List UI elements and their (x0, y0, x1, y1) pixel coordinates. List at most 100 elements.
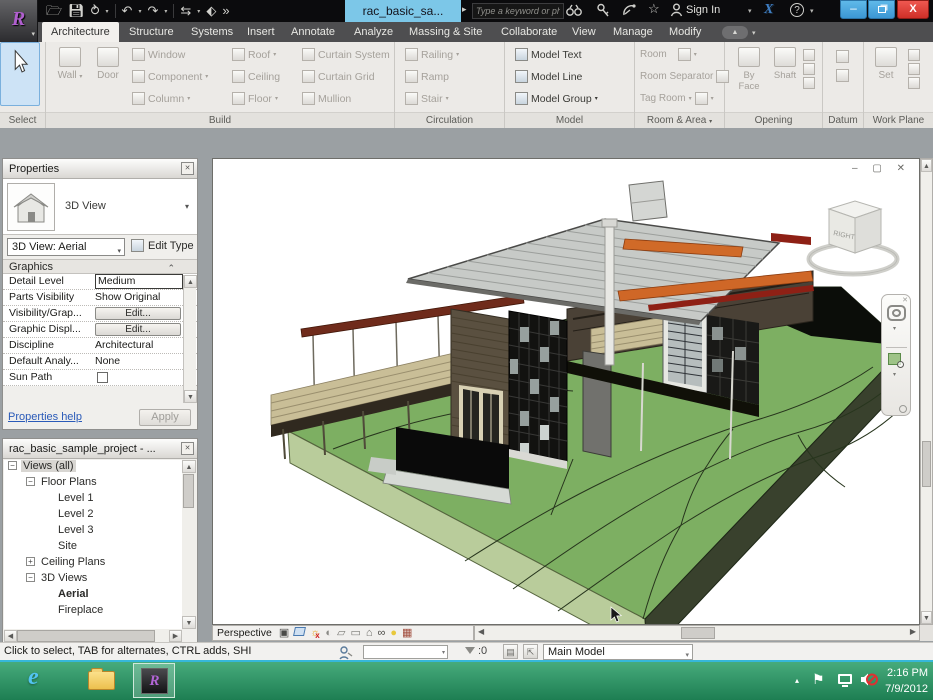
navbar-close-icon[interactable]: ✕ (902, 296, 908, 304)
tab-insert[interactable]: Insert (238, 22, 284, 42)
crop-region-icon[interactable]: ▭ (350, 627, 360, 640)
scale-perspective-label[interactable]: Perspective (217, 627, 272, 639)
tab-annotate[interactable]: Annotate (282, 22, 344, 42)
help-icon[interactable]: ? (790, 3, 804, 17)
wheel-caret-icon[interactable]: ▾ (893, 325, 896, 332)
properties-title-bar[interactable]: Properties ✕ (3, 159, 197, 179)
sign-in-person-icon[interactable] (670, 3, 683, 17)
sync-icon[interactable]: ⥁ (91, 3, 100, 19)
graphics-group-header[interactable]: Graphics⌃ (3, 259, 197, 274)
steering-wheel-icon[interactable] (887, 305, 906, 321)
property-row[interactable]: Graphic Displ...Edit... (3, 322, 197, 338)
zoom-caret-icon[interactable]: ▾ (893, 371, 896, 378)
grid-icon[interactable] (836, 69, 849, 82)
room-separator-button[interactable]: Room Separator (640, 70, 729, 83)
show-work-plane-icon[interactable] (908, 49, 920, 61)
property-row[interactable]: Visibility/Grap...Edit... (3, 306, 197, 322)
collapse-group-icon[interactable]: ⌃ (167, 261, 175, 275)
navigation-bar[interactable]: ✕ ▾ ▾ (881, 294, 911, 416)
by-face-button[interactable]: By Face (733, 47, 765, 92)
scroll-down-icon[interactable]: ▼ (182, 616, 196, 629)
sun-path-icon[interactable]: ☼x (310, 627, 320, 640)
tree-item-aerial[interactable]: Aerial (4, 588, 182, 604)
collapse-icon[interactable]: − (26, 573, 35, 582)
sign-in-button[interactable]: Sign In (686, 4, 720, 16)
scroll-thumb[interactable] (17, 630, 155, 642)
customize-qat-icon[interactable]: » (222, 3, 229, 19)
roof-button[interactable]: Roof▾ (232, 48, 276, 61)
sync-caret-icon[interactable]: ▾ (106, 8, 109, 15)
communication-center-icon[interactable] (622, 3, 638, 18)
reveal-hidden-icon[interactable]: ● (390, 627, 397, 640)
apply-button[interactable]: Apply (139, 409, 191, 426)
sign-in-caret-icon[interactable]: ▾ (748, 7, 752, 15)
title-expand-icon[interactable]: ▸ (462, 4, 467, 15)
type-dropdown-icon[interactable]: ▾ (185, 202, 189, 211)
visual-style-icon[interactable] (294, 627, 305, 640)
scroll-right-icon[interactable]: ▶ (910, 627, 916, 636)
model-line-button[interactable]: Model Line (515, 70, 582, 83)
viewport-vscrollbar[interactable]: ▲ ▼ (920, 158, 933, 625)
property-row[interactable]: Sun Path (3, 370, 197, 386)
model-text-button[interactable]: Model Text (515, 48, 582, 61)
minimize-button[interactable]: – (840, 0, 867, 19)
model-group-button[interactable]: Model Group▾ (515, 92, 598, 105)
tree-item-3d-views[interactable]: −3D Views (4, 572, 182, 588)
tab-architecture[interactable]: Architecture (42, 22, 119, 42)
tree-item-fireplace[interactable]: Fireplace (4, 604, 182, 620)
edit-type-button[interactable]: Edit Type (131, 239, 194, 252)
shaft-button[interactable]: Shaft (769, 47, 801, 81)
tree-item-site[interactable]: Site (4, 540, 182, 556)
favorites-star-icon[interactable]: ☆ (648, 1, 660, 17)
stair-button[interactable]: Stair▾ (405, 92, 449, 105)
ceiling-button[interactable]: Ceiling (232, 70, 280, 83)
status-dropdown[interactable]: ▾ (363, 645, 448, 659)
tag-room-button[interactable]: Tag Room▾▾ (640, 92, 714, 105)
sun-path-checkbox[interactable] (97, 372, 108, 383)
type-selector-combo[interactable]: 3D View: Aerial▾ (7, 238, 125, 256)
tab-modify[interactable]: Modify (660, 22, 710, 42)
tree-item-views-all[interactable]: −Views (all) (4, 460, 182, 476)
expand-icon[interactable]: + (26, 557, 35, 566)
aligned-dimension-icon[interactable]: ⇆ (180, 3, 191, 19)
project-browser-close-icon[interactable]: ✕ (181, 442, 194, 455)
browser-hscrollbar[interactable]: ◀ ▶ (4, 629, 182, 643)
file-explorer-icon[interactable] (88, 671, 115, 690)
analytical-model-icon[interactable]: ▦ (402, 627, 412, 640)
tab-manage[interactable]: Manage (604, 22, 662, 42)
close-button[interactable]: X (897, 0, 929, 19)
panel-label-room-area[interactable]: Room & Area ▾ (635, 112, 724, 128)
size-crop-icon[interactable]: ▣ (279, 627, 289, 640)
scroll-down-icon[interactable]: ▼ (921, 611, 932, 624)
show-hidden-icons-icon[interactable]: ▴ (795, 676, 799, 685)
search-input[interactable] (472, 3, 564, 19)
press-drag-icon[interactable]: ⇱ (523, 644, 538, 659)
properties-help-link[interactable]: Properties help (8, 411, 82, 423)
save-icon[interactable]: 💾︎ (68, 3, 85, 19)
wall-opening-icon[interactable] (803, 49, 815, 61)
tab-structure[interactable]: Structure (120, 22, 183, 42)
action-center-flag-icon[interactable]: ⚑ (812, 671, 825, 688)
collapse-icon[interactable]: − (26, 477, 35, 486)
modify-button[interactable]: Modify (0, 42, 40, 106)
tab-systems[interactable]: Systems (182, 22, 242, 42)
column-button[interactable]: Column▾ (132, 92, 190, 105)
property-row[interactable]: DisciplineArchitectural (3, 338, 197, 354)
tab-analyze[interactable]: Analyze (345, 22, 402, 42)
railing-button[interactable]: Railing▾ (405, 48, 459, 61)
tag-icon[interactable]: ⬖︎ (206, 3, 216, 19)
tree-item-ceiling-plans[interactable]: +Ceiling Plans (4, 556, 182, 572)
tree-item-floor-plans[interactable]: −Floor Plans (4, 476, 182, 492)
scroll-up-icon[interactable]: ▲ (184, 275, 197, 288)
clock[interactable]: 2:16 PM 7/9/2012 (872, 665, 928, 697)
scroll-up-icon[interactable]: ▲ (921, 159, 932, 172)
redo-caret-icon[interactable]: ▾ (164, 8, 167, 15)
exchange-apps-icon[interactable]: X (764, 2, 773, 18)
scroll-thumb[interactable] (681, 627, 715, 639)
collapse-icon[interactable]: − (8, 461, 17, 470)
tab-collaborate[interactable]: Collaborate (492, 22, 566, 42)
scroll-right-icon[interactable]: ▶ (169, 630, 182, 642)
set-button[interactable]: Set (870, 47, 902, 81)
property-row[interactable]: Default Analy...None (3, 354, 197, 370)
window-button[interactable]: Window (132, 48, 185, 61)
